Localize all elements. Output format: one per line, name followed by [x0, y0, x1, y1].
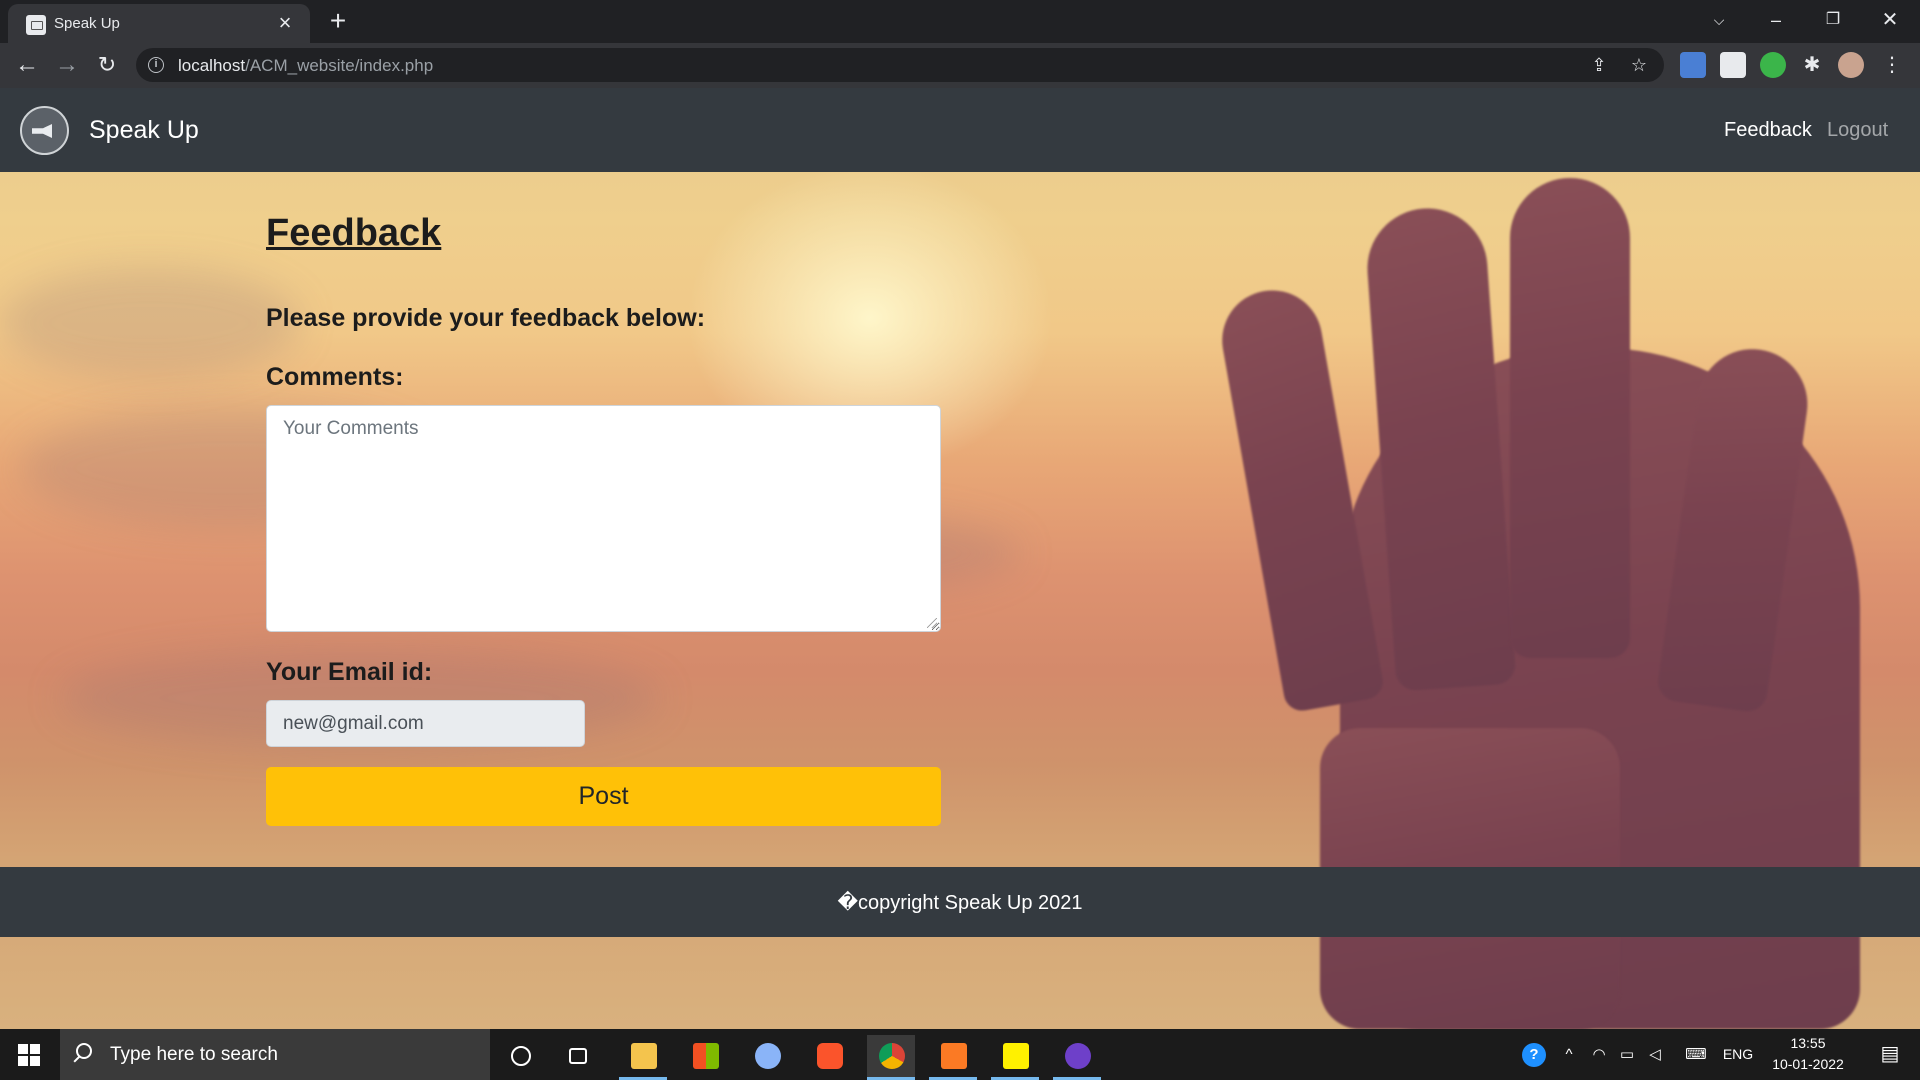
- background-cloud: [0, 268, 300, 378]
- volume-icon[interactable]: ◁: [1642, 1029, 1668, 1080]
- extension-icon[interactable]: [1720, 52, 1746, 78]
- windows-start-icon[interactable]: [18, 1044, 40, 1066]
- background-finger: [1510, 178, 1630, 658]
- notifications-icon[interactable]: ▤: [1866, 1029, 1914, 1080]
- paint-app-icon[interactable]: [743, 1035, 791, 1077]
- back-icon[interactable]: ←: [11, 49, 43, 81]
- email-field[interactable]: [266, 700, 585, 747]
- show-hidden-icons-icon[interactable]: ^: [1556, 1029, 1582, 1080]
- search-icon: [76, 1043, 92, 1059]
- close-tab-icon[interactable]: ×: [272, 10, 298, 36]
- clock-time: 13:55: [1790, 1035, 1826, 1051]
- site-brand[interactable]: Speak Up: [89, 116, 199, 145]
- comments-textarea[interactable]: [266, 405, 941, 632]
- language-indicator[interactable]: ENG: [1718, 1029, 1758, 1080]
- email-label: Your Email id:: [266, 658, 433, 686]
- help-icon[interactable]: ?: [1518, 1029, 1550, 1080]
- microsoft-store-icon[interactable]: [681, 1035, 729, 1077]
- tab-search-icon[interactable]: ⌵: [1691, 0, 1747, 40]
- browser-menu-icon[interactable]: ⋮: [1876, 49, 1908, 81]
- resize-grip-icon[interactable]: [927, 618, 937, 628]
- translate-extension-icon[interactable]: [1680, 52, 1706, 78]
- windows-taskbar: Type here to search ? ^ ◠ ▭ ◁ ⌨ ENG 13:5…: [0, 1029, 1920, 1080]
- page-favicon-icon: [26, 15, 46, 35]
- taskbar-search-placeholder: Type here to search: [110, 1044, 278, 1065]
- browser-tab[interactable]: Speak Up ×: [8, 4, 310, 43]
- address-url: localhost/ACM_website/index.php: [178, 56, 434, 75]
- copyright-text: �copyright Speak Up 2021: [837, 892, 1083, 914]
- restore-icon[interactable]: ❐: [1805, 0, 1861, 40]
- extensions-puzzle-icon[interactable]: ✱: [1796, 49, 1828, 81]
- xampp-icon[interactable]: [929, 1035, 977, 1080]
- megaphone-logo-icon[interactable]: [20, 106, 69, 155]
- wifi-icon[interactable]: ◠: [1586, 1029, 1612, 1080]
- green-extension-icon[interactable]: [1760, 52, 1786, 78]
- task-view-icon[interactable]: [555, 1035, 603, 1077]
- file-explorer-icon[interactable]: [619, 1035, 667, 1080]
- nav-link-feedback[interactable]: Feedback: [1724, 119, 1812, 142]
- form-instructions: Please provide your feedback below:: [266, 304, 706, 332]
- browser-toolbar: ← → ↻ i localhost/ACM_website/index.php …: [0, 43, 1920, 88]
- tab-title: Speak Up: [54, 15, 120, 32]
- sticky-notes-icon[interactable]: [991, 1035, 1039, 1080]
- profile-avatar[interactable]: [1838, 52, 1864, 78]
- site-navbar: Speak Up Feedback Logout: [0, 88, 1920, 172]
- bookmark-star-icon[interactable]: ☆: [1626, 52, 1652, 78]
- github-desktop-icon[interactable]: [1053, 1035, 1101, 1080]
- system-clock[interactable]: 13:55 10-01-2022: [1762, 1033, 1854, 1075]
- reload-icon[interactable]: ↻: [91, 49, 123, 81]
- close-window-icon[interactable]: ✕: [1862, 0, 1918, 40]
- new-tab-icon[interactable]: +: [322, 4, 354, 38]
- battery-icon[interactable]: ▭: [1614, 1029, 1640, 1080]
- keyboard-icon[interactable]: ⌨: [1680, 1029, 1712, 1080]
- chrome-browser-icon[interactable]: [867, 1035, 915, 1080]
- address-bar[interactable]: i localhost/ACM_website/index.php ⇪ ☆: [136, 48, 1664, 82]
- forward-icon[interactable]: →: [51, 49, 83, 81]
- minimize-icon[interactable]: –: [1748, 0, 1804, 40]
- browser-tabstrip: Speak Up × + ⌵ – ❐ ✕: [0, 0, 1920, 43]
- nav-link-logout[interactable]: Logout: [1827, 119, 1888, 142]
- brave-browser-icon[interactable]: [805, 1035, 853, 1077]
- page-background: Speak Up Feedback Logout Feedback Please…: [0, 88, 1920, 1029]
- taskbar-search-box[interactable]: Type here to search: [60, 1029, 490, 1080]
- site-info-icon[interactable]: i: [148, 57, 164, 73]
- cortana-icon[interactable]: [496, 1035, 544, 1077]
- comments-label: Comments:: [266, 363, 404, 391]
- site-footer: �copyright Speak Up 2021: [0, 867, 1920, 937]
- clock-date: 10-01-2022: [1772, 1056, 1844, 1072]
- post-button[interactable]: Post: [266, 767, 941, 826]
- page-title: Feedback: [266, 212, 442, 254]
- share-icon[interactable]: ⇪: [1586, 52, 1612, 78]
